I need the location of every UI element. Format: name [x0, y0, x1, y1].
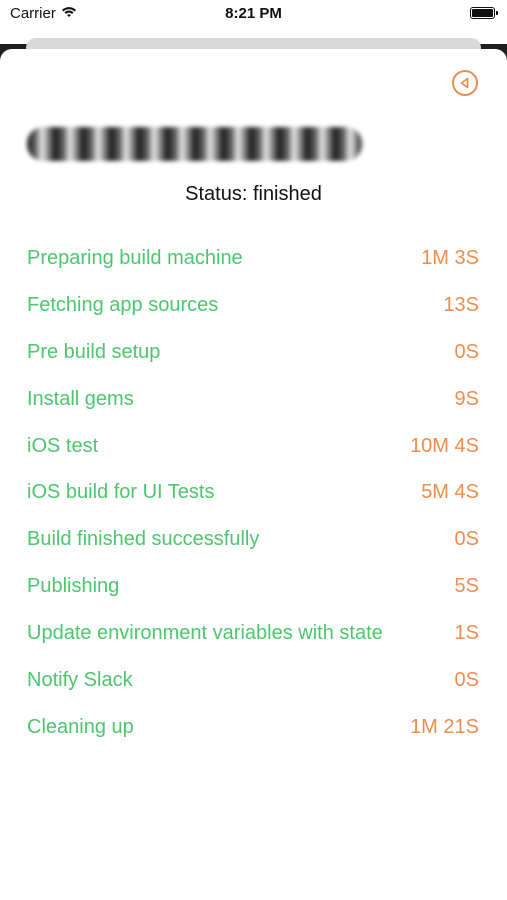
- step-duration: 1M 21S: [410, 715, 479, 738]
- step-name: Install gems: [27, 387, 134, 410]
- step-name: Preparing build machine: [27, 247, 243, 269]
- build-step-row[interactable]: Install gems 9S: [27, 388, 479, 435]
- step-duration: 5M 4S: [421, 481, 479, 504]
- build-step-row[interactable]: Preparing build machine 1M 3S: [27, 247, 479, 294]
- build-step-row[interactable]: iOS test 10M 4S: [27, 435, 479, 482]
- build-step-row[interactable]: Cleaning up 1M 21S: [27, 716, 479, 763]
- step-duration: 10M 4S: [410, 434, 479, 457]
- clock: 8:21 PM: [225, 5, 282, 22]
- back-button[interactable]: [452, 70, 478, 96]
- build-step-row[interactable]: Pre build setup 0S: [27, 341, 479, 388]
- step-duration: 13S: [443, 293, 479, 316]
- battery-icon: [470, 7, 498, 19]
- step-name: Update environment variables with state: [27, 622, 383, 645]
- step-duration: 0S: [454, 528, 479, 551]
- step-duration: 5S: [454, 575, 479, 598]
- step-duration: 9S: [454, 387, 479, 410]
- build-step-row[interactable]: Publishing 5S: [27, 575, 479, 622]
- step-name: Build finished successfully: [27, 528, 260, 551]
- step-duration: 0S: [454, 669, 479, 692]
- build-step-row[interactable]: iOS build for UI Tests 5M 4S: [27, 481, 479, 528]
- step-name: iOS build for UI Tests: [27, 481, 215, 504]
- step-duration: 1M 3S: [421, 247, 479, 269]
- step-duration: 1S: [454, 622, 479, 645]
- build-status: Status: finished: [185, 183, 322, 205]
- redacted-title: [27, 127, 362, 161]
- build-step-row[interactable]: Fetching app sources 13S: [27, 294, 479, 341]
- build-step-row[interactable]: Build finished successfully 0S: [27, 528, 479, 575]
- build-step-row[interactable]: Notify Slack 0S: [27, 669, 479, 716]
- step-name: Notify Slack: [27, 669, 133, 692]
- step-name: Fetching app sources: [27, 293, 219, 316]
- build-details-sheet: Status: finished Preparing build machine…: [0, 49, 507, 900]
- step-name: Pre build setup: [27, 340, 161, 363]
- step-name: Publishing: [27, 575, 120, 598]
- build-step-list: Preparing build machine 1M 3S Fetching a…: [27, 247, 479, 763]
- step-name: iOS test: [27, 434, 99, 457]
- step-duration: 0S: [454, 340, 479, 363]
- back-icon: [460, 77, 469, 89]
- step-name: Cleaning up: [27, 715, 134, 738]
- build-step-row[interactable]: Update environment variables with state …: [27, 622, 479, 669]
